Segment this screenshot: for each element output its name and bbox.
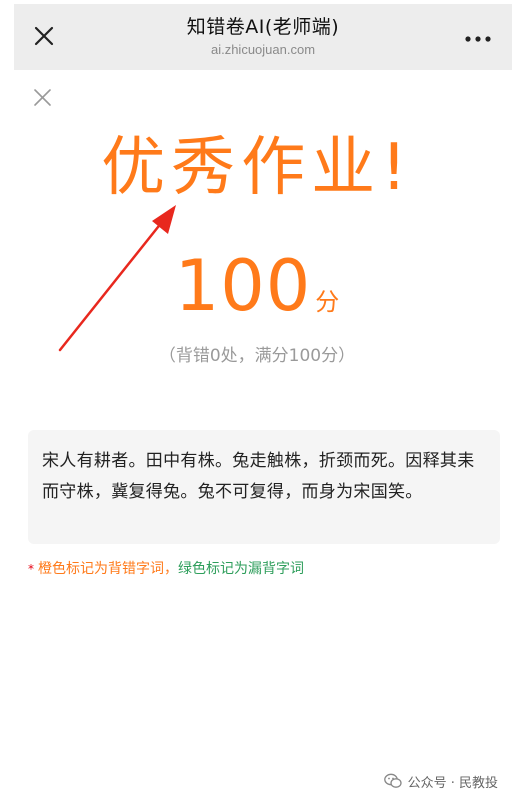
browser-url: ai.zhicuojuan.com (210, 42, 316, 57)
dialog-close-icon[interactable] (33, 88, 52, 107)
browser-title: 知错卷AI(老师端) (186, 16, 340, 38)
result-headline: 优秀作业! (101, 131, 413, 205)
browser-top-bar: 知错卷AI(老师端) ai.zhicuojuan.com (14, 4, 512, 70)
score-display: 100 分 (0, 246, 514, 345)
color-legend: * 橙色标记为背错字词，绿色标记为漏背字词 (28, 558, 304, 580)
footer-watermark: 公众号 · 民教投 (383, 770, 498, 792)
legend-orange-text: 橙色标记为背错字词， (38, 561, 178, 577)
browser-title-area: 知错卷AI(老师端) ai.zhicuojuan.com (14, 14, 512, 59)
page: 知错卷AI(老师端) ai.zhicuojuan.com 优秀作业! 100 分 … (0, 0, 514, 802)
score-detail: （背错0处，满分100分） (158, 346, 356, 366)
passage-card: 宋人有耕者。田中有株。兔走触株，折颈而死。因释其耒而守株，冀复得兔。兔不可复得，… (28, 430, 500, 544)
score-value: 100 (174, 245, 312, 327)
score-unit: 分 (315, 288, 340, 316)
more-icon[interactable] (464, 34, 492, 44)
legend-star: * (28, 562, 34, 576)
wechat-icon (383, 773, 402, 788)
footer-text: 公众号 · 民教投 (407, 775, 498, 791)
passage-text: 宋人有耕者。田中有株。兔走触株，折颈而死。因释其耒而守株，冀复得兔。兔不可复得，… (42, 451, 475, 502)
legend-green-text: 绿色标记为漏背字词 (178, 561, 304, 577)
